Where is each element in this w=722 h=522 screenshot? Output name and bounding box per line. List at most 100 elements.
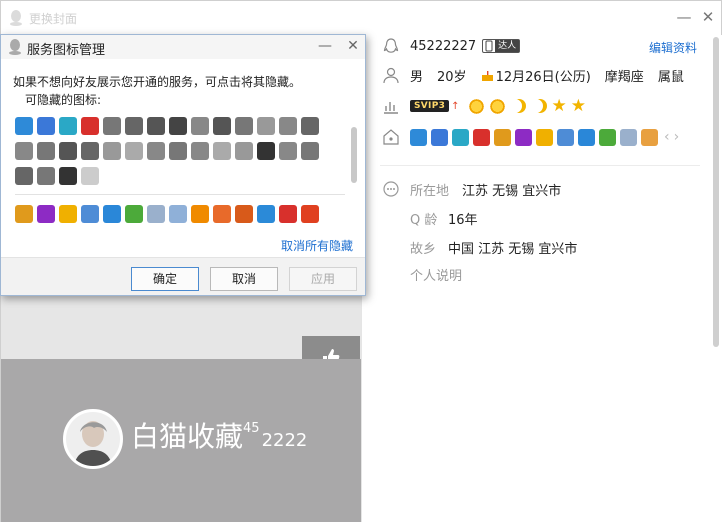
penguin-icon[interactable] [147,204,165,223]
photo-service-icon [557,128,574,146]
diamond-gray-icon[interactable] [279,116,297,135]
talent-badge-label: 达人 [495,40,520,52]
dialog-minimize-button[interactable]: — [317,37,333,55]
gift-service-icon [599,128,616,146]
penguin-orange-icon[interactable] [213,204,231,223]
ok-button[interactable]: 确定 [131,267,199,291]
red-diamond-icon[interactable] [81,116,99,135]
edit-profile-link[interactable]: 编辑资料 [649,39,697,56]
scroll-right-arrow-icon[interactable]: › [674,129,680,145]
diamond-gray-icon[interactable] [235,116,253,135]
book-icon[interactable] [125,141,143,160]
nickname-text: 白猫收藏 [131,420,244,453]
close-button[interactable]: ✕ [699,8,717,26]
diamond-gray-icon[interactable] [191,116,209,135]
mail-icon[interactable] [169,204,187,223]
info-scrollbar[interactable] [713,37,719,347]
talent-badge[interactable]: 达人 [482,39,521,53]
note-icon[interactable] [213,116,231,135]
dragon-gray-icon[interactable] [257,141,275,160]
icon-grid-row [15,113,335,138]
mail-service-icon [641,128,658,146]
cake-icon [481,70,493,81]
diamond-gray-icon[interactable] [301,116,319,135]
diamond-light-icon[interactable] [81,166,99,185]
window-title: 更换封面 [29,12,78,26]
level-chart-icon [384,102,398,114]
star-level-icon: ★ [551,95,567,116]
hideable-icons-label: 可隐藏的图标: [25,93,102,107]
swirl-icon[interactable] [301,141,319,160]
nickname-uin-sup: 45 [243,421,260,436]
photo-icon[interactable] [81,204,99,223]
age: 20岁 [437,69,467,85]
badge-icon[interactable] [59,166,77,185]
yellow-star-service-icon [536,128,553,146]
profile-info-panel: 45222227 达人 编辑资料 男 20岁 12月26日(公历) 摩羯座 属鼠… [361,35,722,522]
cube-icon[interactable] [59,116,77,135]
diamond-gray-icon[interactable] [147,141,165,160]
hideable-icon-grid [15,113,335,188]
heart-icon[interactable] [103,116,121,135]
info-divider [380,165,700,166]
star-service-icon [431,128,448,146]
house-icon [383,129,399,145]
diamond-gray-icon[interactable] [15,141,33,160]
shield-icon[interactable] [15,204,33,223]
orange-circle-icon[interactable] [191,204,209,223]
scroll-left-arrow-icon[interactable]: ‹ [664,129,670,145]
level-icons[interactable]: ★ ★ [467,95,586,116]
gift-icon[interactable] [125,204,143,223]
apply-button[interactable]: 应用 [289,267,357,291]
dragon-icon[interactable] [37,204,55,223]
diamond-gray-icon[interactable] [169,141,187,160]
penguin-service-icon [620,128,637,146]
pencil-icon[interactable] [15,166,33,185]
dialog-title: 服务图标管理 [27,43,106,58]
svip-badge[interactable]: SVIP3 [410,100,450,112]
arrow-down-icon[interactable] [81,141,99,160]
diamond-gray-icon[interactable] [191,141,209,160]
qage-value: 16年 [448,212,478,228]
star-icon[interactable] [37,116,55,135]
location-label: 所在地 [410,183,450,199]
qq-number: 45222227 [410,38,477,54]
red-pen-icon[interactable] [279,204,297,223]
hometown-label: 故乡 [410,241,437,257]
qq-penguin-icon [383,38,399,53]
diamond-gray-icon[interactable] [213,141,231,160]
unhide-all-link[interactable]: 取消所有隐藏 [281,237,353,254]
gem-icon[interactable] [147,116,165,135]
speed-icon[interactable] [37,166,55,185]
dragon-service-icon [515,128,532,146]
qage-label: Q 龄 [410,212,438,228]
gender: 男 [410,69,424,85]
birthday-text: 12月26日(公历) [495,69,591,85]
diamond-gray-icon[interactable] [279,141,297,160]
diamond-icon[interactable] [15,116,33,135]
shield-gray-icon[interactable] [37,141,55,160]
personal-note-label: 个人说明 [410,268,463,284]
avatar[interactable] [63,409,123,469]
diamond-service-icon [410,128,427,146]
avatar-orange-icon[interactable] [235,204,253,223]
cancel-button[interactable]: 取消 [210,267,278,291]
service-icons[interactable]: ‹ › [410,128,680,146]
music-gray-icon[interactable] [235,141,253,160]
music-icon[interactable] [103,204,121,223]
diamond-gray-icon[interactable] [257,116,275,135]
birthday: 12月26日(公历) [481,66,591,85]
heart-gray-icon[interactable] [59,141,77,160]
svip-up-arrow: ↑ [451,100,460,112]
yellow-star-icon[interactable] [59,204,77,223]
phone-icon [485,40,493,52]
diamond-gray-icon[interactable] [103,141,121,160]
dialog-scrollbar[interactable] [351,127,357,183]
dialog-close-button[interactable]: ✕ [345,37,361,55]
bag-icon[interactable] [169,116,187,135]
red-flag-icon[interactable] [301,204,319,223]
blue-box-icon[interactable] [257,204,275,223]
minimize-button[interactable]: — [675,8,693,26]
icon-grid-row [15,201,335,226]
poop-icon[interactable] [125,116,143,135]
